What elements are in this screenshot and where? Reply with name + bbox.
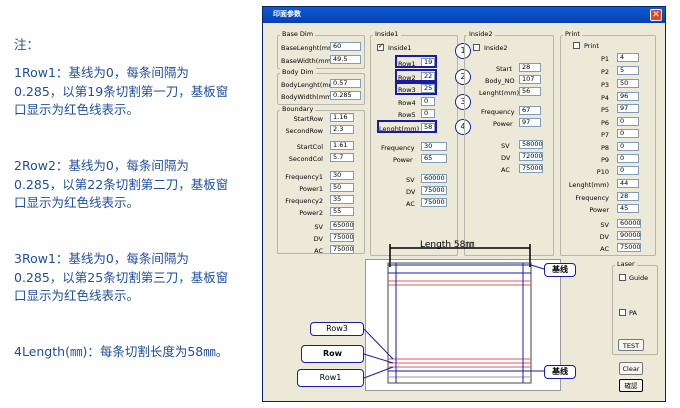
- pa-label: PA: [629, 309, 637, 317]
- note-row3: 3Row1：基线为0，每条间隔为0.285，以第25条切割第三刀，基板窗口显示为…: [14, 251, 229, 303]
- test-button[interactable]: TEST: [618, 339, 644, 351]
- guide-label: Guide: [629, 274, 649, 282]
- guide-checkbox[interactable]: [619, 274, 626, 281]
- laser-label: Laser: [615, 260, 637, 268]
- parameter-dialog: 印面参数 ✕ Base Dim BaseLenght(mm) 60 BaseWi…: [262, 6, 666, 402]
- length-annotation: Length 58㎜: [420, 240, 475, 250]
- confirm-button[interactable]: 確認: [619, 379, 643, 392]
- row3-callout-pointer: [363, 328, 394, 360]
- baseline-callout-top: 基线: [544, 263, 576, 277]
- clear-button[interactable]: Clear: [619, 362, 643, 375]
- pa-checkbox[interactable]: [619, 309, 626, 316]
- row3-callout: Row3: [310, 322, 364, 336]
- row1-callout-pointer: [363, 366, 394, 379]
- baseline-callout-pointer: [530, 264, 545, 270]
- row-callout: Row: [301, 345, 364, 363]
- preview-drawing: [363, 244, 545, 384]
- note-row2: 2Row2：基线为0，每条间隔为0.285，以第22条切割第二刀，基板窗口显示为…: [14, 158, 229, 210]
- note-title: 注：: [14, 37, 40, 52]
- baseline-callout-bottom: 基线: [544, 365, 576, 379]
- note-row1: 1Row1：基线为0，每条间隔为0.285，以第19条切割第一刀，基板窗口显示为…: [14, 65, 229, 117]
- note-length: 4Length(㎜)：每条切割长度为58㎜。: [14, 344, 229, 359]
- row1-callout: Row1: [297, 369, 364, 387]
